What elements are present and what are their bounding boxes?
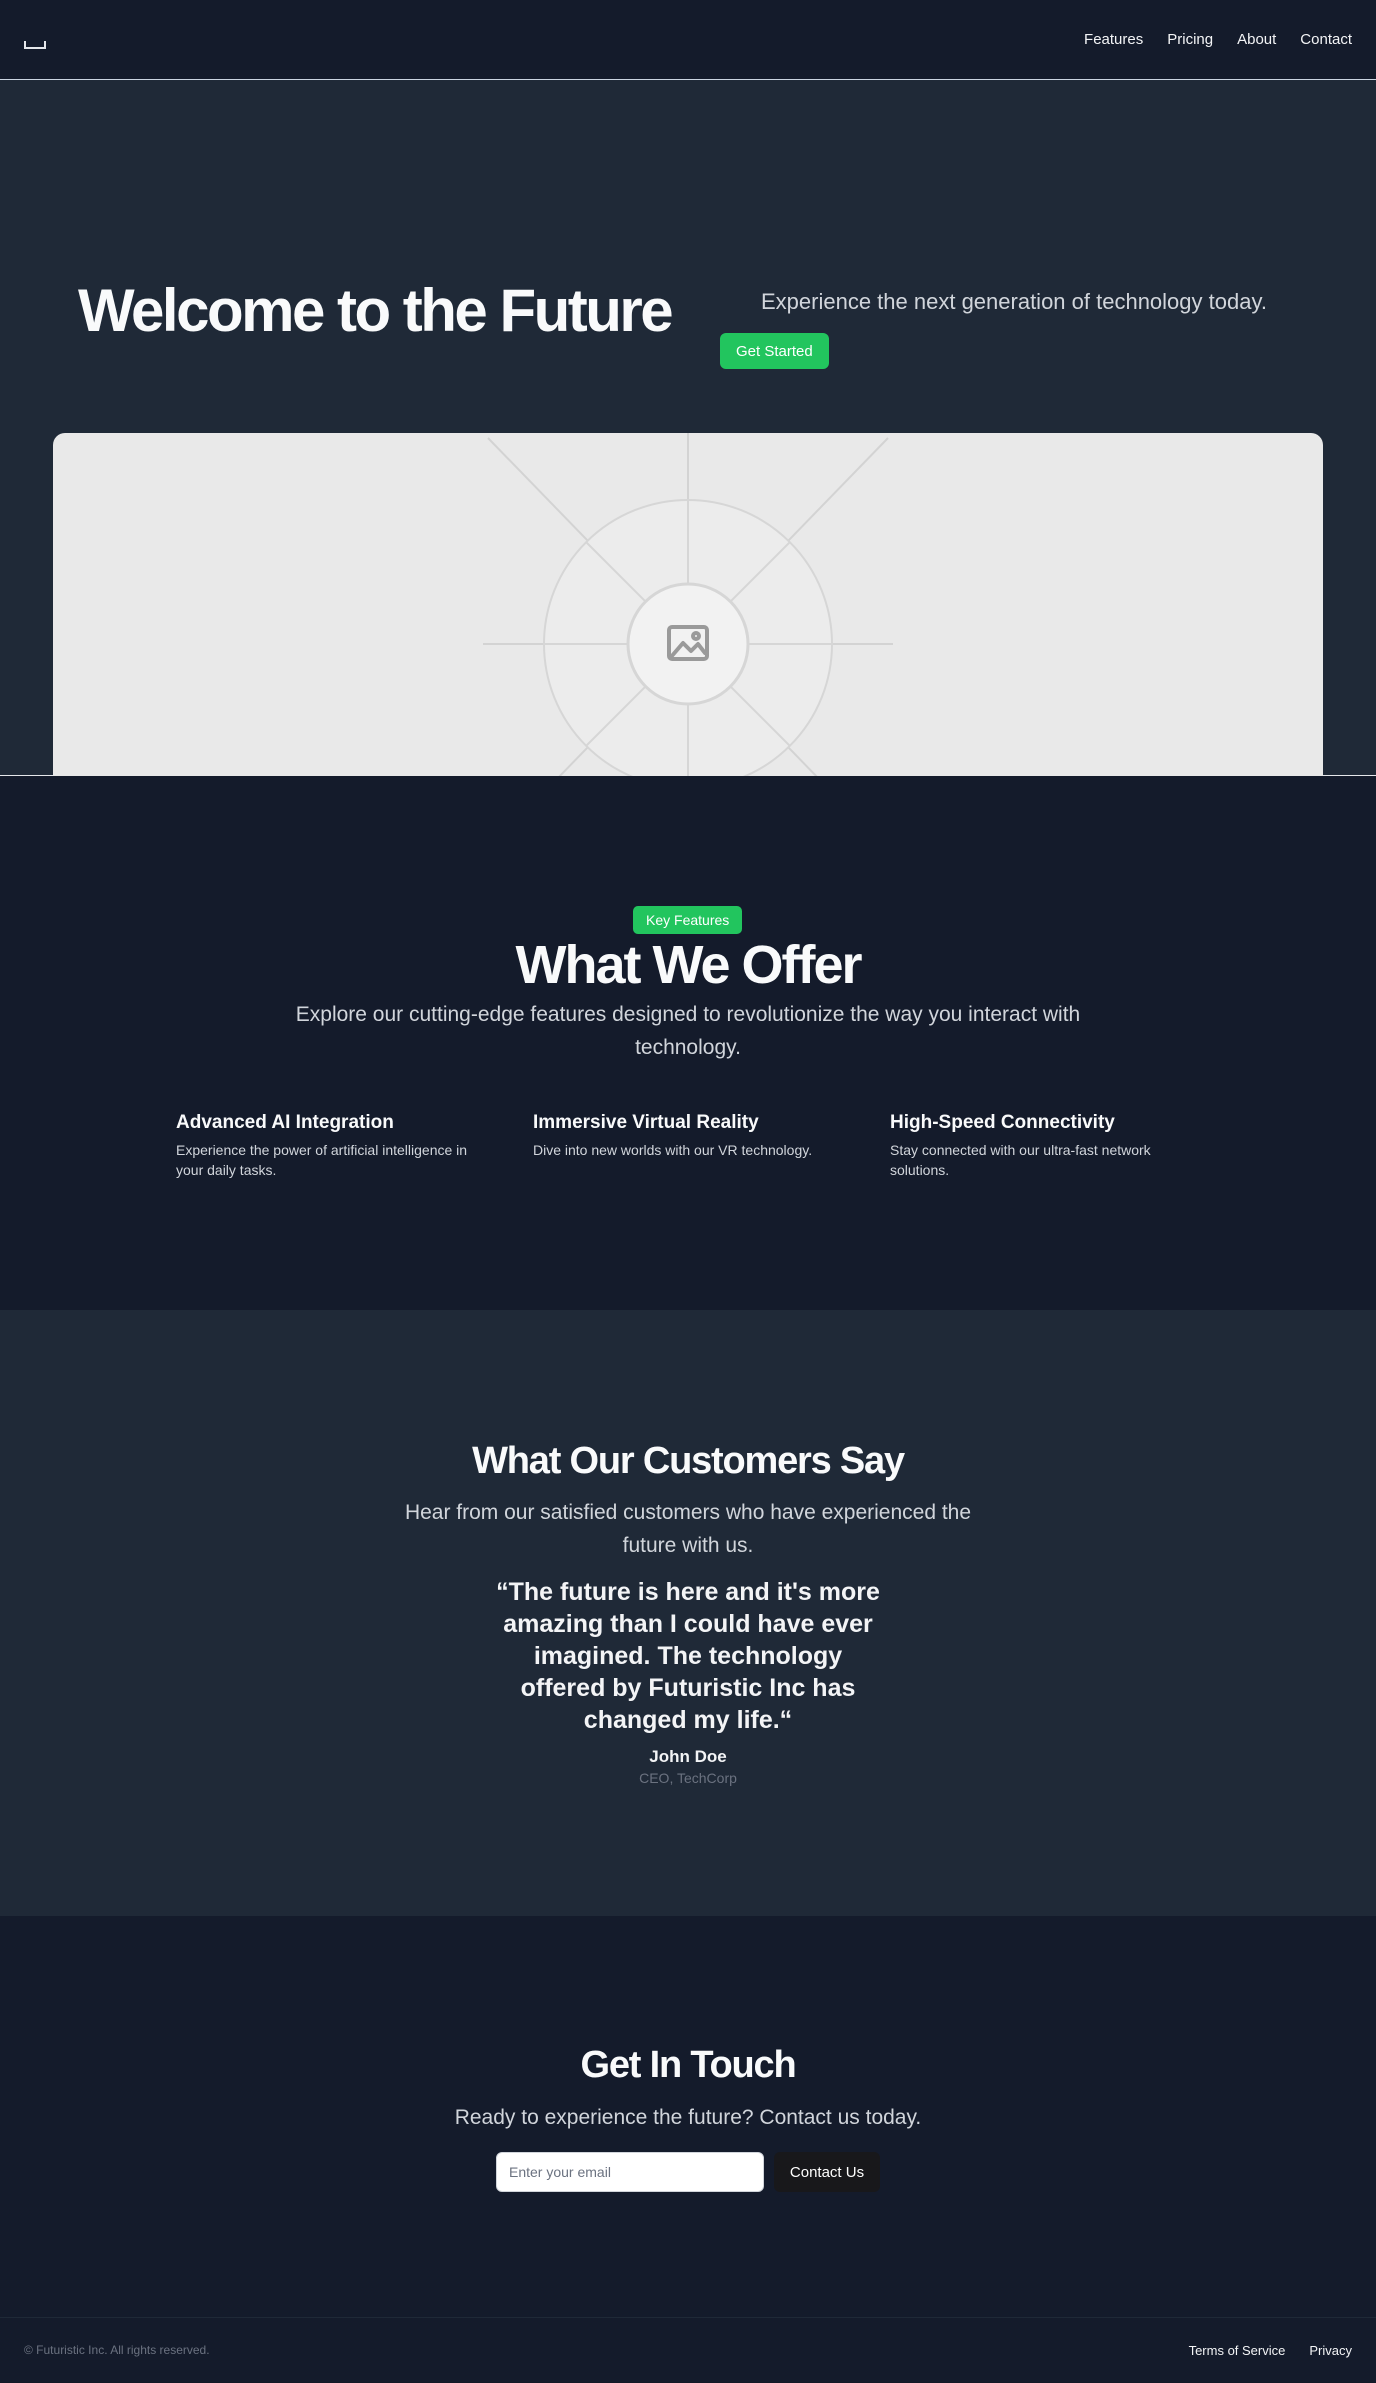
testimonials-title: What Our Customers Say: [472, 1440, 905, 1482]
nav-link-features[interactable]: Features: [1084, 31, 1143, 48]
contact-title: Get In Touch: [580, 2044, 797, 2086]
feature-description: Stay connected with our ultra-fast netwo…: [890, 1142, 1151, 1178]
nav-link-pricing[interactable]: Pricing: [1167, 31, 1213, 48]
copyright-text: © Futuristic Inc. All rights reserved.: [24, 2343, 210, 2357]
features-section: Key Features What We Offer Explore our c…: [0, 776, 1376, 1310]
feature-title: High-Speed Connectivity: [890, 1112, 1115, 1133]
feature-description: Experience the power of artificial intel…: [176, 1142, 468, 1178]
logo-icon[interactable]: [24, 40, 46, 49]
hero-title: Welcome to the Future: [78, 277, 674, 344]
feature-card-vr: Immersive Virtual Reality Dive into new …: [533, 1112, 843, 1160]
features-title: What We Offer: [515, 935, 862, 995]
feature-title: Advanced AI Integration: [176, 1112, 394, 1133]
site-header: Features Pricing About Contact: [0, 0, 1376, 80]
key-features-badge: Key Features: [633, 906, 743, 934]
hero-subtitle: Experience the next generation of techno…: [761, 289, 1267, 314]
get-started-button[interactable]: Get Started: [720, 333, 829, 369]
nav-link-about[interactable]: About: [1237, 31, 1276, 48]
testimonial-author: John Doe: [649, 1747, 727, 1766]
feature-card-connectivity: High-Speed Connectivity Stay connected w…: [890, 1112, 1200, 1180]
testimonial-quote: “The future is here and it's more amazin…: [496, 1578, 880, 1734]
feature-title: Immersive Virtual Reality: [533, 1112, 759, 1133]
site-footer: © Futuristic Inc. All rights reserved. T…: [0, 2318, 1376, 2382]
feature-card-ai: Advanced AI Integration Experience the p…: [176, 1112, 486, 1180]
footer-link-privacy[interactable]: Privacy: [1309, 2343, 1352, 2358]
features-description: Explore our cutting-edge features design…: [295, 1003, 1081, 1059]
footer-link-terms[interactable]: Terms of Service: [1189, 2343, 1286, 2358]
nav-link-contact[interactable]: Contact: [1300, 31, 1352, 48]
contact-us-button[interactable]: Contact Us: [774, 2152, 880, 2192]
footer-links: Terms of Service Privacy: [1189, 2343, 1352, 2358]
feature-description: Dive into new worlds with our VR technol…: [533, 1142, 813, 1158]
contact-description: Ready to experience the future? Contact …: [454, 2106, 922, 2129]
main-nav: Features Pricing About Contact: [1084, 31, 1352, 48]
testimonials-description: Hear from our satisfied customers who ha…: [404, 1501, 972, 1557]
testimonials-section: What Our Customers Say Hear from our sat…: [0, 1310, 1376, 1916]
email-input[interactable]: [496, 2152, 764, 2192]
contact-section: Get In Touch Ready to experience the fut…: [0, 1916, 1376, 2318]
testimonial-author-role: CEO, TechCorp: [639, 1770, 737, 1786]
hero-section: Welcome to the Future Experience the nex…: [0, 80, 1376, 856]
